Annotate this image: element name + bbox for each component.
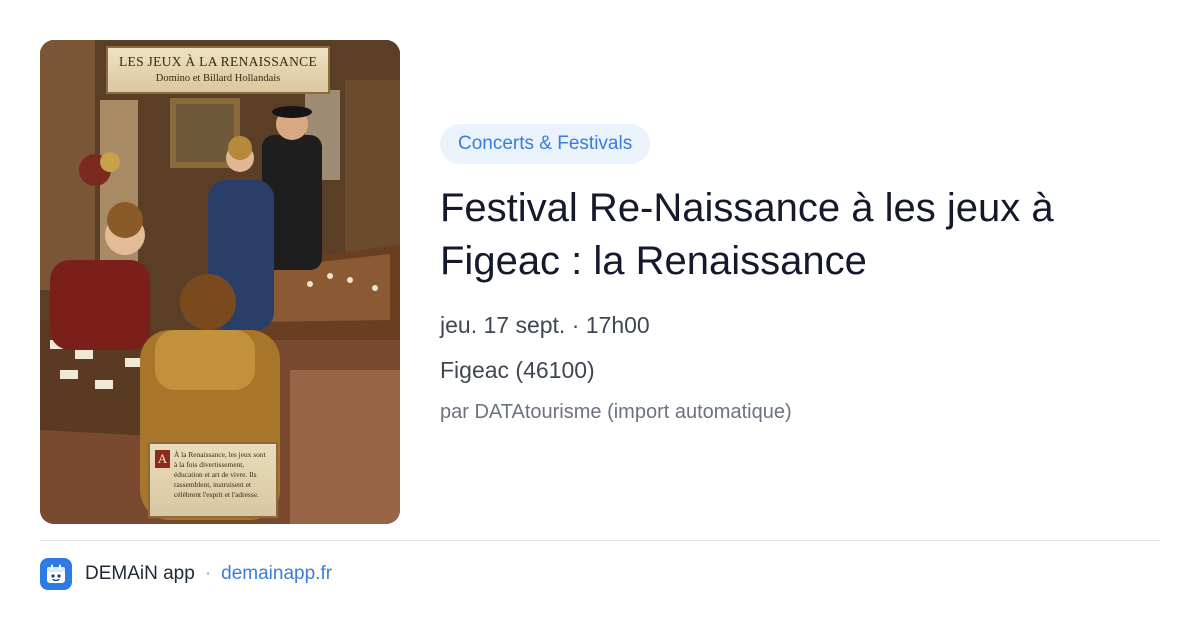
plaque-dropcap: A bbox=[155, 450, 170, 468]
event-source: par DATAtourisme (import automatique) bbox=[440, 401, 792, 423]
plaque-text: À la Renaissance, les jeux sont à la foi… bbox=[174, 450, 266, 499]
event-poster-image[interactable]: LES JEUX À LA RENAISSANCE Domino et Bill… bbox=[40, 40, 400, 524]
poster-banner: LES JEUX À LA RENAISSANCE Domino et Bill… bbox=[106, 46, 330, 94]
demain-app-logo-icon[interactable] bbox=[40, 558, 72, 590]
poster-banner-title: LES JEUX À LA RENAISSANCE bbox=[118, 54, 317, 69]
event-datetime: jeu. 17 sept. · 17h00 bbox=[440, 312, 650, 338]
footer: DEMAiN app · demainapp.fr bbox=[40, 558, 332, 590]
poster-banner-subtitle: Domino et Billard Hollandais bbox=[155, 73, 281, 84]
app-name: DEMAiN app bbox=[85, 563, 195, 584]
category-chip[interactable]: Concerts & Festivals bbox=[440, 124, 651, 164]
footer-divider bbox=[40, 540, 1160, 541]
poster-plaque: A À la Renaissance, les jeux sont à la f… bbox=[148, 442, 278, 518]
footer-separator: · bbox=[204, 563, 212, 584]
event-location: Figeac (46100) bbox=[440, 357, 595, 383]
site-link[interactable]: demainapp.fr bbox=[221, 563, 332, 585]
event-title[interactable]: Festival Re-Naissance à les jeux à Figea… bbox=[440, 182, 1160, 288]
calendar-face-icon bbox=[47, 564, 65, 583]
